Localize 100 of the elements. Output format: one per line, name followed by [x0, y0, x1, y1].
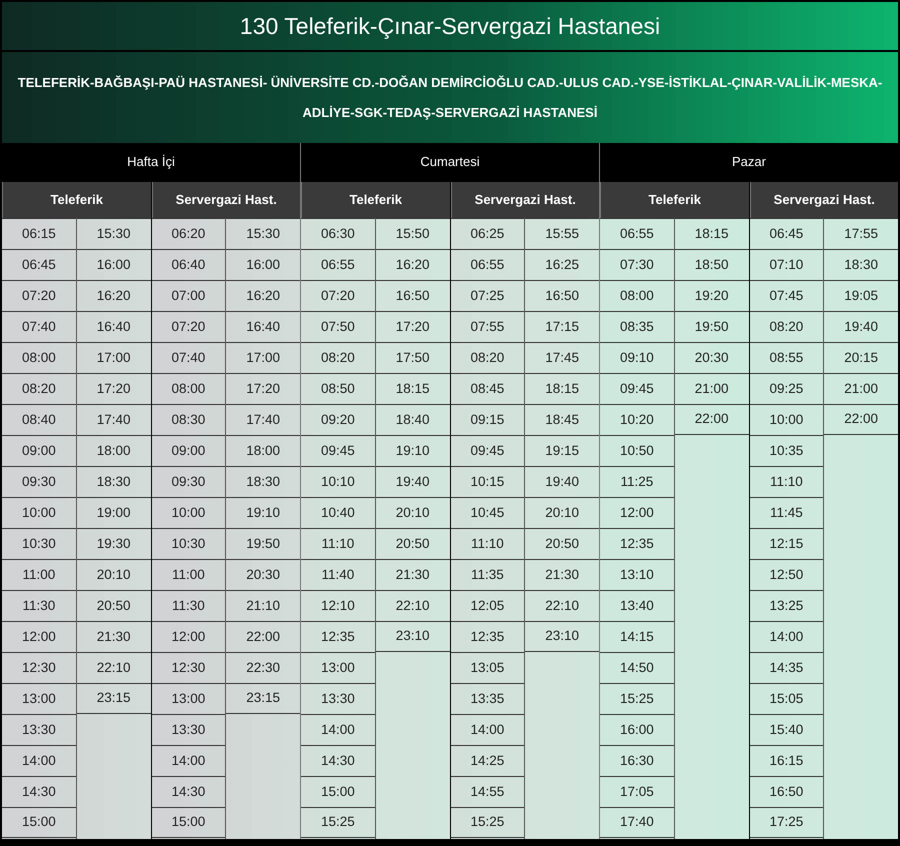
time-cell: 20:30 — [226, 559, 300, 590]
time-cell: 18:30 — [824, 249, 898, 280]
time-cell: 19:20 — [674, 280, 748, 311]
time-cell: 09:10 — [600, 342, 674, 373]
time-cell: 09:30 — [152, 466, 226, 497]
time-cell: 07:25 — [450, 280, 524, 311]
time-cell: 11:45 — [750, 497, 824, 528]
time-cell: 20:30 — [674, 342, 748, 373]
time-cell: 06:55 — [600, 218, 674, 249]
time-cell: 09:45 — [301, 435, 375, 466]
time-cell: 08:00 — [152, 373, 226, 404]
time-cell: 08:00 — [2, 342, 76, 373]
time-cell: 21:30 — [76, 621, 150, 652]
time-cell: 12:35 — [600, 528, 674, 559]
time-cell: 19:15 — [525, 435, 599, 466]
time-cell: 16:40 — [226, 311, 300, 342]
time-cell: 17:55 — [824, 218, 898, 249]
time-cell: 11:40 — [301, 559, 375, 590]
time-cell: 15:00 — [152, 807, 226, 838]
time-cell: 13:30 — [301, 683, 375, 714]
time-cell: 10:30 — [2, 528, 76, 559]
time-cell: 20:50 — [376, 528, 450, 559]
time-cell: 11:00 — [2, 559, 76, 590]
time-cell: 15:55 — [525, 218, 599, 249]
time-cell: 11:30 — [2, 590, 76, 621]
time-cell: 10:20 — [600, 404, 674, 435]
direction-heading: Servergazi Hast. — [750, 182, 898, 218]
time-cell: 10:00 — [750, 404, 824, 435]
time-cell: 06:55 — [450, 249, 524, 280]
time-cell: 18:40 — [376, 404, 450, 435]
time-cell: 15:25 — [301, 807, 375, 838]
time-cell: 21:30 — [376, 559, 450, 590]
time-cell: 14:55 — [450, 776, 524, 807]
time-cell: 07:50 — [301, 311, 375, 342]
time-cell: 23:15 — [76, 683, 150, 714]
time-cell: 08:50 — [301, 373, 375, 404]
time-cell: 09:15 — [450, 404, 524, 435]
time-cell: 15:50 — [376, 218, 450, 249]
time-cell: 17:25 — [750, 807, 824, 838]
time-cell: 09:30 — [2, 466, 76, 497]
time-cell: 12:00 — [2, 621, 76, 652]
time-cell: 06:30 — [301, 218, 375, 249]
direction-heading: Servergazi Hast. — [450, 182, 599, 218]
time-cell: 18:30 — [76, 466, 150, 497]
time-cell: 10:45 — [450, 497, 524, 528]
time-cell: 18:45 — [525, 404, 599, 435]
time-cell: 11:10 — [450, 528, 524, 559]
time-cell: 17:20 — [226, 373, 300, 404]
time-cell: 10:40 — [301, 497, 375, 528]
time-cell: 11:30 — [152, 590, 226, 621]
time-cell: 08:00 — [600, 280, 674, 311]
time-cell: 08:20 — [450, 342, 524, 373]
time-cell: 12:35 — [301, 621, 375, 652]
time-cell: 06:45 — [750, 218, 824, 249]
time-cell: 13:30 — [2, 714, 76, 745]
time-cell: 18:50 — [674, 249, 748, 280]
time-cell: 22:10 — [376, 590, 450, 621]
time-cell: 16:20 — [76, 280, 150, 311]
time-cell: 17:40 — [76, 404, 150, 435]
time-cell: 17:00 — [226, 342, 300, 373]
time-cell: 17:15 — [525, 311, 599, 342]
time-cell: 14:00 — [2, 745, 76, 776]
time-cell: 16:40 — [76, 311, 150, 342]
time-cell: 13:05 — [450, 652, 524, 683]
time-cell: 20:10 — [525, 497, 599, 528]
time-cell: 06:25 — [450, 218, 524, 249]
time-cell: 16:00 — [226, 249, 300, 280]
time-cell: 08:20 — [301, 342, 375, 373]
time-cell: 14:25 — [450, 745, 524, 776]
time-cell: 23:15 — [226, 683, 300, 714]
time-cell: 13:10 — [600, 559, 674, 590]
time-cell: 21:10 — [226, 590, 300, 621]
time-cell: 16:20 — [376, 249, 450, 280]
time-cell: 15:30 — [76, 218, 150, 249]
time-cell: 18:15 — [525, 373, 599, 404]
time-cell: 17:20 — [76, 373, 150, 404]
time-cell: 12:05 — [450, 590, 524, 621]
time-cell: 10:10 — [301, 466, 375, 497]
time-cell: 17:05 — [600, 776, 674, 807]
time-cell: 19:00 — [76, 497, 150, 528]
time-cell: 14:00 — [750, 621, 824, 652]
time-cell: 13:40 — [600, 590, 674, 621]
time-cell: 13:35 — [450, 683, 524, 714]
time-cell: 12:15 — [750, 528, 824, 559]
schedule-title: 130 Teleferik-Çınar-Servergazi Hastanesi — [2, 2, 898, 52]
time-cell: 06:20 — [152, 218, 226, 249]
time-cell: 08:40 — [2, 404, 76, 435]
time-cell: 15:00 — [2, 807, 76, 838]
time-cell: 08:20 — [2, 373, 76, 404]
time-cell: 06:55 — [301, 249, 375, 280]
time-cell: 13:00 — [301, 652, 375, 683]
time-cell: 14:30 — [2, 776, 76, 807]
time-cell: 18:15 — [376, 373, 450, 404]
time-cell: 15:30 — [226, 218, 300, 249]
time-cell: 08:30 — [152, 404, 226, 435]
time-cell: 19:50 — [674, 311, 748, 342]
time-cell: 11:10 — [750, 466, 824, 497]
time-cell: 12:50 — [750, 559, 824, 590]
time-cell: 10:50 — [600, 435, 674, 466]
time-cell: 06:45 — [2, 249, 76, 280]
